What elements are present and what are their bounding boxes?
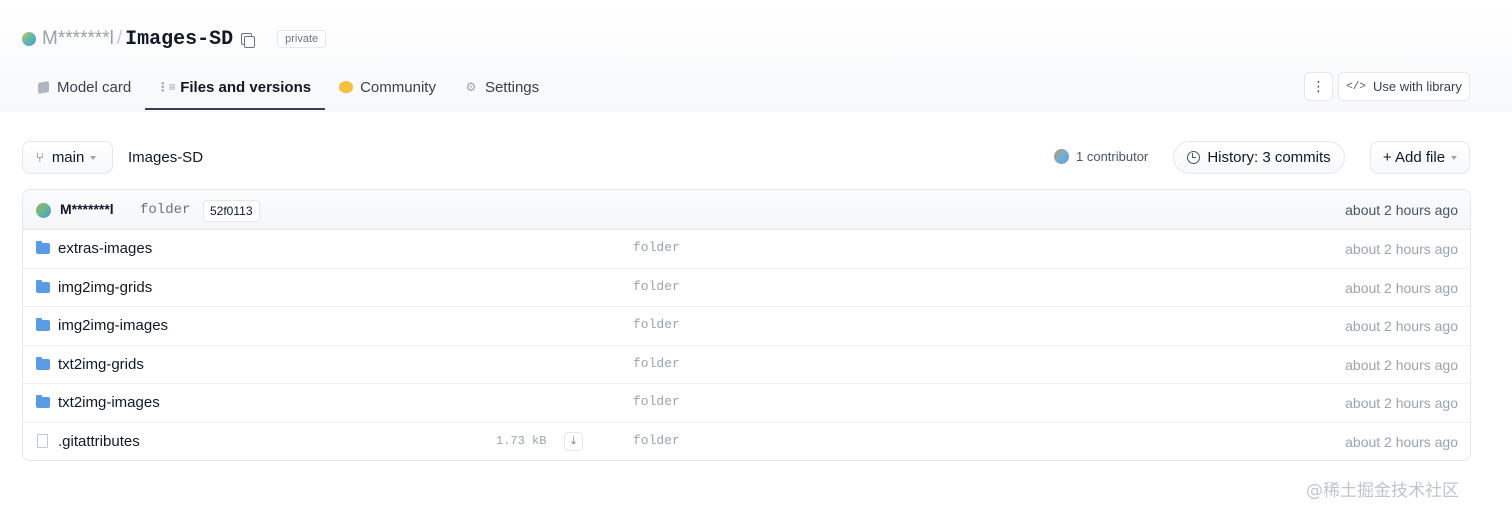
owner-avatar[interactable] [22, 32, 36, 46]
commit-hash-badge[interactable]: 52f0113 [203, 200, 260, 222]
tab-label: Community [360, 78, 436, 96]
list-item[interactable]: txt2img-grids folder about 2 hours ago [23, 346, 1470, 385]
list-item[interactable]: img2img-grids folder about 2 hours ago [23, 269, 1470, 308]
contributor-avatar [1054, 149, 1069, 164]
row-commit-message[interactable]: folder [633, 394, 680, 409]
add-file-button[interactable]: + Add file [1370, 141, 1470, 174]
tab-settings[interactable]: ⚙ Settings [450, 66, 553, 108]
row-time: about 2 hours ago [1345, 395, 1458, 412]
list-item[interactable]: txt2img-images folder about 2 hours ago [23, 384, 1470, 423]
list-item[interactable]: .gitattributes 1.73 kB ⤓ folder about 2 … [23, 423, 1470, 460]
kebab-menu-icon: ⋮ [1311, 78, 1326, 94]
branch-selector[interactable]: ⑂ main [22, 141, 113, 174]
use-with-library-button[interactable]: </> Use with library [1338, 72, 1470, 101]
watermark: @稀土掘金技术社区 [1306, 481, 1459, 501]
file-size: 1.73 kB [496, 433, 547, 448]
repo-title-row: M*******l / Images-SD private [22, 26, 327, 52]
row-time: about 2 hours ago [1345, 279, 1458, 296]
list-item[interactable]: extras-images folder about 2 hours ago [23, 230, 1470, 269]
more-options-button[interactable]: ⋮ [1304, 72, 1333, 101]
copy-icon[interactable] [239, 31, 256, 48]
folder-icon [36, 395, 50, 409]
hugging-face-icon [339, 80, 354, 94]
chevron-down-icon [90, 155, 97, 160]
tab-files-and-versions[interactable]: ⋮≡ Files and versions [145, 66, 326, 110]
folder-name[interactable]: img2img-grids [58, 279, 152, 296]
folder-name[interactable]: img2img-images [58, 317, 168, 334]
chevron-down-icon [1451, 155, 1458, 160]
last-commit-row: M*******l folder 52f0113 about 2 hours a… [23, 190, 1470, 230]
repo-separator: / [116, 28, 123, 49]
file-name[interactable]: .gitattributes [58, 433, 140, 450]
folder-name[interactable]: extras-images [58, 240, 152, 257]
row-time: about 2 hours ago [1345, 356, 1458, 373]
tab-label: Model card [57, 78, 132, 96]
row-commit-message[interactable]: folder [633, 356, 680, 371]
tab-model-card[interactable]: Model card [22, 66, 145, 108]
commit-message[interactable]: folder [140, 202, 190, 218]
visibility-badge: private [277, 30, 327, 48]
folder-icon [36, 356, 50, 370]
repo-tabs: Model card ⋮≡ Files and versions Communi… [22, 66, 553, 110]
clock-icon [1187, 151, 1201, 164]
add-file-label: + Add file [1382, 149, 1446, 166]
history-label: History: 3 commits [1207, 149, 1331, 166]
tab-label: Settings [484, 78, 540, 96]
folder-icon [36, 318, 50, 332]
row-commit-message[interactable]: folder [633, 240, 680, 255]
contributors-link[interactable]: 1 contributor [1054, 149, 1148, 164]
commit-author[interactable]: M*******l [60, 201, 114, 217]
repo-owner[interactable]: M*******l [42, 28, 114, 50]
history-button[interactable]: History: 3 commits [1173, 141, 1345, 174]
folder-icon [36, 279, 50, 293]
tab-label: Files and versions [180, 78, 312, 96]
row-time: about 2 hours ago [1345, 241, 1458, 257]
folder-name[interactable]: txt2img-grids [58, 356, 144, 373]
code-icon: </> [1346, 80, 1366, 93]
contributors-label: 1 contributor [1076, 149, 1149, 164]
folder-icon [36, 241, 50, 254]
file-list: M*******l folder 52f0113 about 2 hours a… [22, 189, 1471, 461]
download-icon[interactable]: ⤓ [564, 431, 583, 451]
tab-community[interactable]: Community [325, 66, 450, 108]
breadcrumb[interactable]: Images-SD [128, 149, 203, 166]
row-time: about 2 hours ago [1345, 433, 1458, 450]
cube-icon [36, 80, 50, 94]
files-icon: ⋮≡ [156, 80, 176, 94]
commit-time: about 2 hours ago [1345, 202, 1458, 218]
row-time: about 2 hours ago [1345, 318, 1458, 335]
gear-icon: ⚙ [465, 80, 477, 94]
commit-author-avatar[interactable] [36, 203, 51, 218]
repo-header: M*******l / Images-SD private Model card… [0, 0, 1512, 112]
repo-name[interactable]: Images-SD [125, 28, 233, 51]
file-icon [37, 433, 48, 448]
row-commit-message[interactable]: folder [633, 279, 680, 294]
branch-name: main [51, 149, 85, 166]
row-commit-message[interactable]: folder [633, 433, 680, 448]
row-commit-message[interactable]: folder [633, 317, 680, 332]
use-with-library-label: Use with library [1372, 79, 1462, 94]
folder-name[interactable]: txt2img-images [58, 394, 160, 411]
list-item[interactable]: img2img-images folder about 2 hours ago [23, 307, 1470, 346]
branch-icon: ⑂ [36, 150, 44, 165]
